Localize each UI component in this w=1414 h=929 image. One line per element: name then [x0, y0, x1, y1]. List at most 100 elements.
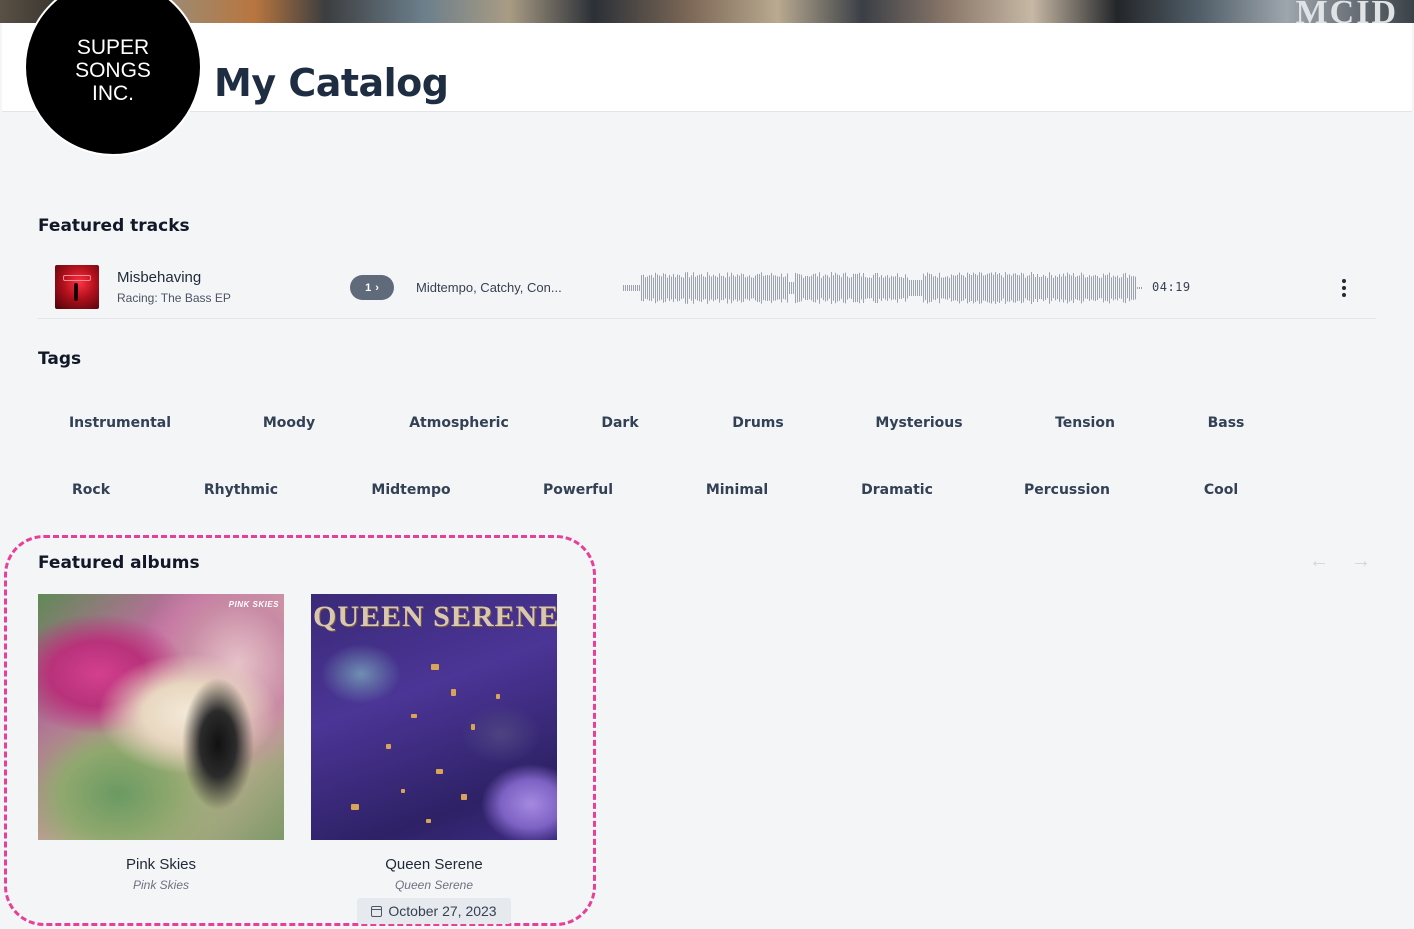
more-vertical-icon[interactable] [1334, 276, 1354, 300]
waveform-bar [1137, 287, 1138, 289]
arrow-right-icon[interactable]: → [1351, 550, 1371, 573]
waveform-bar [1045, 276, 1046, 300]
waveform-bar [893, 276, 894, 300]
album-cover-text: PINK SKIES [228, 600, 279, 609]
waveform-bar [703, 276, 704, 300]
waveform-bar [959, 272, 960, 304]
waveform-bar [1095, 274, 1096, 302]
arrow-left-icon[interactable]: ← [1309, 550, 1329, 573]
waveform-bar [979, 272, 980, 304]
waveform-bar [1059, 274, 1060, 302]
waveform-bar [1109, 272, 1110, 304]
waveform-bar [1071, 275, 1072, 301]
waveform-bar [1091, 276, 1092, 300]
album-artist[interactable]: Pink Skies [38, 878, 284, 892]
waveform-bar [1007, 274, 1008, 302]
versions-button[interactable]: 1 › [350, 275, 394, 300]
waveform-bar [1027, 275, 1028, 301]
waveform-bar [649, 275, 650, 301]
waveform-bar [775, 275, 776, 301]
waveform-bar [1057, 276, 1058, 300]
waveform-bar [683, 277, 684, 299]
tag-chip[interactable]: Rhythmic [204, 482, 278, 498]
waveform-bar [1063, 273, 1064, 303]
waveform-bar [933, 276, 934, 300]
waveform-bar [677, 274, 678, 302]
tag-chip[interactable]: Instrumental [69, 415, 171, 431]
waveform-bar [1077, 275, 1078, 301]
waveform-bar [669, 275, 670, 301]
tag-chip[interactable]: Powerful [543, 482, 613, 498]
waveform-bar [1123, 273, 1124, 303]
waveform-bar [665, 274, 666, 302]
track-tags: Midtempo, Catchy, Con... [416, 280, 562, 295]
waveform-bar [729, 276, 730, 300]
waveform-bar [965, 277, 966, 299]
waveform-bar [1039, 276, 1040, 300]
tag-chip[interactable]: Dark [601, 415, 638, 431]
waveform-bar [885, 276, 886, 300]
page-title: My Catalog [214, 61, 449, 105]
waveform-bar [1113, 275, 1114, 301]
track-artwork[interactable] [55, 265, 99, 309]
waveform-bar [901, 277, 902, 299]
waveform-bar [991, 272, 992, 304]
waveform-bar [1065, 276, 1066, 300]
waveform-bar [717, 277, 718, 299]
tag-chip[interactable]: Drums [732, 415, 783, 431]
tag-chip[interactable]: Bass [1208, 415, 1245, 431]
waveform-bar [1037, 273, 1038, 303]
waveform-bar [967, 272, 968, 304]
tag-chip[interactable]: Tension [1055, 415, 1115, 431]
track-row[interactable]: Misbehaving Racing: The Bass EP 1 › Midt… [38, 256, 1376, 319]
album-artist[interactable]: Queen Serene [311, 878, 557, 892]
header-bar: My Catalog [2, 23, 1412, 112]
waveform-bar [1015, 273, 1016, 303]
waveform-bar [787, 273, 788, 303]
track-waveform[interactable] [623, 271, 1143, 305]
waveform-bar [941, 277, 942, 299]
tag-chip[interactable]: Cool [1204, 482, 1238, 498]
tag-chip[interactable]: Dramatic [861, 482, 933, 498]
tag-chip[interactable]: Moody [263, 415, 315, 431]
waveform-bar [733, 275, 734, 301]
waveform-bar [797, 273, 798, 303]
track-title[interactable]: Misbehaving [117, 269, 201, 286]
waveform-bar [637, 285, 638, 291]
waveform-bar [993, 274, 994, 302]
tag-chip[interactable]: Atmospheric [409, 415, 509, 431]
waveform-bar [1111, 277, 1112, 299]
waveform-bar [1069, 274, 1070, 302]
tag-chip[interactable]: Percussion [1024, 482, 1110, 498]
tag-chip[interactable]: Mysterious [875, 415, 962, 431]
track-duration: 04:19 [1152, 280, 1191, 294]
tag-chip[interactable]: Minimal [706, 482, 768, 498]
waveform-bar [843, 273, 844, 303]
tag-chip[interactable]: Midtempo [371, 482, 450, 498]
album-title[interactable]: Pink Skies [38, 856, 284, 873]
track-album[interactable]: Racing: The Bass EP [117, 291, 231, 305]
waveform-bar [767, 275, 768, 301]
waveform-bar [847, 276, 848, 300]
waveform-bar [1121, 277, 1122, 299]
tag-chip[interactable]: Rock [72, 482, 110, 498]
waveform-bar [747, 276, 748, 300]
waveform-bar [1093, 275, 1094, 301]
release-date-text: October 27, 2023 [388, 903, 497, 919]
waveform-bar [839, 275, 840, 301]
waveform-bar [805, 276, 806, 300]
album-cover-queen-serene[interactable]: QUEEN SERENE [311, 594, 557, 840]
waveform-bar [743, 274, 744, 302]
waveform-bar [1033, 274, 1034, 302]
waveform-bar [925, 275, 926, 301]
waveform-bar [853, 273, 854, 303]
header-banner: MCID [0, 0, 1414, 31]
waveform-bar [739, 275, 740, 301]
waveform-bar [1043, 274, 1044, 302]
waveform-bar [855, 273, 856, 303]
waveform-bar [1115, 276, 1116, 300]
album-cover-pink-skies[interactable]: PINK SKIES [38, 594, 284, 840]
waveform-bar [923, 273, 924, 303]
album-title[interactable]: Queen Serene [311, 856, 557, 873]
waveform-bar [801, 274, 802, 302]
